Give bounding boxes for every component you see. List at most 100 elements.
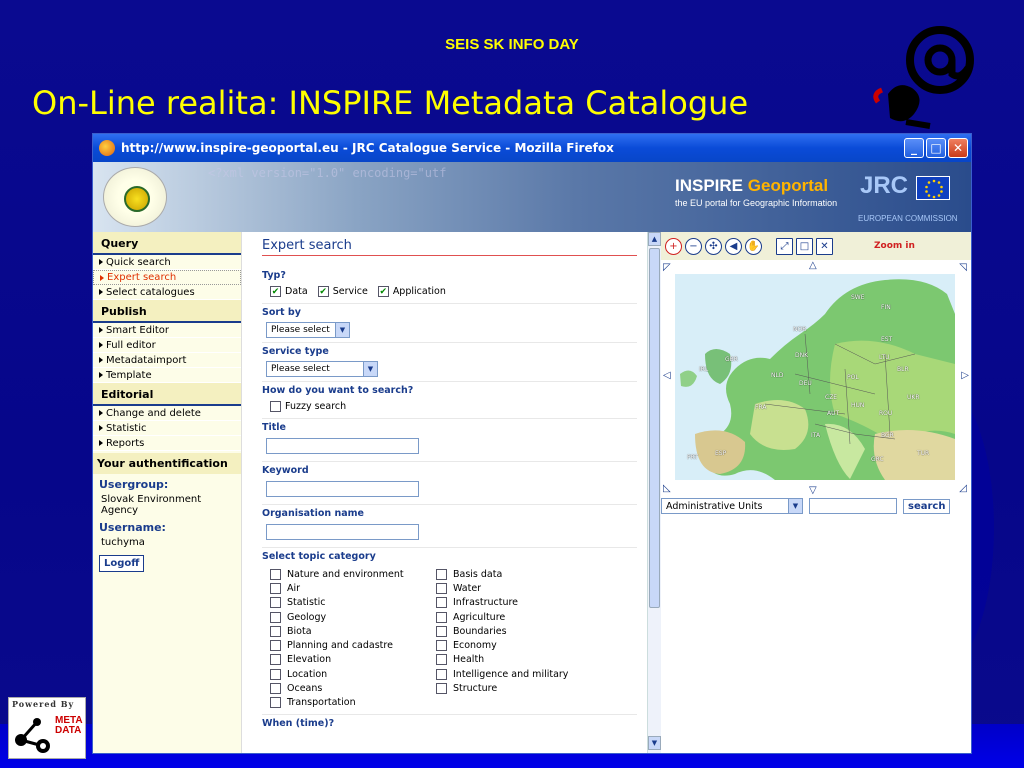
topic-checkbox[interactable] bbox=[436, 640, 447, 652]
form-scrollbar[interactable]: ▲ ▼ bbox=[647, 232, 661, 753]
topic-item-l7[interactable]: Location bbox=[270, 667, 436, 681]
topic-checkbox[interactable] bbox=[270, 668, 281, 680]
zoom-out-icon[interactable]: − bbox=[685, 237, 702, 255]
topic-item-r6[interactable]: Health bbox=[436, 653, 602, 667]
scroll-down-icon[interactable]: ▼ bbox=[648, 736, 661, 750]
map-country-label: AUT bbox=[827, 410, 840, 417]
title-input[interactable] bbox=[266, 438, 419, 454]
sidebar-item-template[interactable]: Template bbox=[93, 368, 241, 383]
sidebar-item-full-editor[interactable]: Full editor bbox=[93, 338, 241, 353]
pan-south-icon[interactable]: ▽ bbox=[809, 485, 817, 496]
topic-item-r3[interactable]: Agriculture bbox=[436, 610, 602, 624]
topic-item-l1[interactable]: Air bbox=[270, 581, 436, 595]
topic-checkbox[interactable] bbox=[436, 611, 447, 623]
usergroup-label: Usergroup: bbox=[99, 478, 169, 491]
jrc-logo[interactable]: JRC bbox=[858, 170, 950, 212]
keyword-label: Keyword bbox=[262, 465, 309, 476]
topic-checkbox[interactable] bbox=[436, 582, 447, 594]
maximize-button[interactable]: □ bbox=[926, 138, 946, 158]
topic-checkbox[interactable] bbox=[270, 640, 281, 652]
topic-item-l6[interactable]: Elevation bbox=[270, 653, 436, 667]
topic-item-l3[interactable]: Geology bbox=[270, 610, 436, 624]
topic-item-r1[interactable]: Water bbox=[436, 581, 602, 595]
back-icon[interactable]: ◀ bbox=[725, 237, 742, 255]
topic-item-l2[interactable]: Statistic bbox=[270, 596, 436, 610]
topic-checkbox[interactable] bbox=[270, 625, 281, 637]
sort-select[interactable]: Please select ▼ bbox=[266, 322, 350, 338]
sidebar-item-statistic[interactable]: Statistic bbox=[93, 421, 241, 436]
topic-item-l5[interactable]: Planning and cadastre bbox=[270, 638, 436, 652]
topic-item-r5[interactable]: Economy bbox=[436, 638, 602, 652]
pan-hand-icon[interactable]: ✋ bbox=[745, 237, 762, 255]
zoom-in-icon[interactable]: + bbox=[665, 237, 682, 255]
topic-label: Geology bbox=[287, 611, 327, 623]
topic-checkbox[interactable] bbox=[270, 654, 281, 666]
close-button[interactable]: ✕ bbox=[948, 138, 968, 158]
select-box-icon[interactable]: □ bbox=[796, 237, 813, 255]
topic-checkbox[interactable] bbox=[436, 654, 447, 666]
topic-checkbox[interactable] bbox=[270, 611, 281, 623]
clear-icon[interactable]: ✕ bbox=[816, 237, 833, 255]
map-viewer[interactable]: ◸ △ ◹ ◁ ▷ ◺ ▽ ◿ SWE FIN NOR EST DNK LTU … bbox=[661, 260, 971, 496]
sidebar-item-expert-search[interactable]: Expert search bbox=[93, 270, 241, 285]
sidebar-item-quick-search[interactable]: Quick search bbox=[93, 255, 241, 270]
topic-checkbox[interactable] bbox=[270, 582, 281, 594]
pan-southwest-icon[interactable]: ◺ bbox=[663, 483, 671, 494]
sidebar-item-smart-editor[interactable]: Smart Editor bbox=[93, 323, 241, 338]
topic-checkbox[interactable] bbox=[436, 683, 447, 695]
sidebar-item-reports[interactable]: Reports bbox=[93, 436, 241, 451]
service-type-select[interactable]: Please select ▼ bbox=[266, 361, 378, 377]
full-extent-icon[interactable]: ⤢ bbox=[776, 237, 793, 255]
topic-label: Infrastructure bbox=[453, 597, 519, 609]
topic-item-r0[interactable]: Basis data bbox=[436, 567, 602, 581]
minimize-button[interactable]: _ bbox=[904, 138, 924, 158]
map-search-input[interactable] bbox=[809, 498, 897, 514]
topic-checkbox[interactable] bbox=[436, 668, 447, 680]
topic-item-r2[interactable]: Infrastructure bbox=[436, 596, 602, 610]
inspire-geoportal-logo[interactable]: INSPIRE Geoportal bbox=[675, 176, 828, 196]
fuzzy-checkbox[interactable] bbox=[270, 401, 281, 412]
topic-checkbox[interactable] bbox=[436, 625, 447, 637]
topic-checkbox[interactable] bbox=[270, 568, 281, 580]
map-search-button[interactable]: search bbox=[903, 498, 951, 514]
application-checkbox[interactable]: ✔ bbox=[377, 286, 389, 297]
topic-checkbox[interactable] bbox=[436, 568, 447, 580]
topic-item-l4[interactable]: Biota bbox=[270, 624, 436, 638]
topic-checkbox[interactable] bbox=[270, 683, 281, 695]
zoom-extent-icon[interactable]: ✣ bbox=[705, 237, 722, 255]
slide-title: On-Line realita: INSPIRE Metadata Catalo… bbox=[32, 84, 749, 122]
topic-item-l8[interactable]: Oceans bbox=[270, 681, 436, 695]
pan-west-icon[interactable]: ◁ bbox=[663, 370, 671, 381]
topic-item-l0[interactable]: Nature and environment bbox=[270, 567, 436, 581]
topic-label: Economy bbox=[453, 640, 497, 652]
sidebar-item-metadataimport[interactable]: Metadataimport bbox=[93, 353, 241, 368]
pan-southeast-icon[interactable]: ◿ bbox=[959, 483, 967, 494]
chevron-down-icon: ▼ bbox=[363, 362, 377, 376]
pan-north-icon[interactable]: △ bbox=[809, 260, 817, 271]
pan-northwest-icon[interactable]: ◸ bbox=[663, 262, 671, 273]
topic-item-r4[interactable]: Boundaries bbox=[436, 624, 602, 638]
logoff-button[interactable]: Logoff bbox=[99, 555, 145, 572]
layer-select[interactable]: Administrative Units ▼ bbox=[661, 498, 803, 514]
pan-east-icon[interactable]: ▷ bbox=[961, 370, 969, 381]
page-title: Expert search bbox=[262, 238, 637, 256]
topic-item-r7[interactable]: Intelligence and military bbox=[436, 667, 602, 681]
organisation-input[interactable] bbox=[266, 524, 419, 540]
map-country-label: DEU bbox=[799, 380, 812, 387]
typ-label: Typ? bbox=[262, 270, 286, 281]
service-checkbox[interactable]: ✔ bbox=[317, 286, 329, 297]
scroll-thumb[interactable] bbox=[649, 248, 660, 608]
data-checkbox[interactable]: ✔ bbox=[270, 286, 281, 297]
scroll-up-icon[interactable]: ▲ bbox=[648, 232, 661, 246]
europe-map[interactable]: SWE FIN NOR EST DNK LTU IRL GBR BLR NLD DEU POL FRA C… bbox=[675, 274, 955, 480]
sidebar-item-change-delete[interactable]: Change and delete bbox=[93, 406, 241, 421]
topic-checkbox[interactable] bbox=[270, 597, 281, 609]
topic-checkbox[interactable] bbox=[436, 597, 447, 609]
topic-item-r8[interactable]: Structure bbox=[436, 681, 602, 695]
keyword-input[interactable] bbox=[266, 481, 419, 497]
sidebar-item-select-catalogues[interactable]: Select catalogues bbox=[93, 285, 241, 300]
powered-by-badge: Powered By META DATA bbox=[8, 697, 86, 759]
topic-checkbox[interactable] bbox=[270, 697, 281, 709]
topic-item-l9[interactable]: Transportation bbox=[270, 696, 436, 710]
pan-northeast-icon[interactable]: ◹ bbox=[959, 262, 967, 273]
